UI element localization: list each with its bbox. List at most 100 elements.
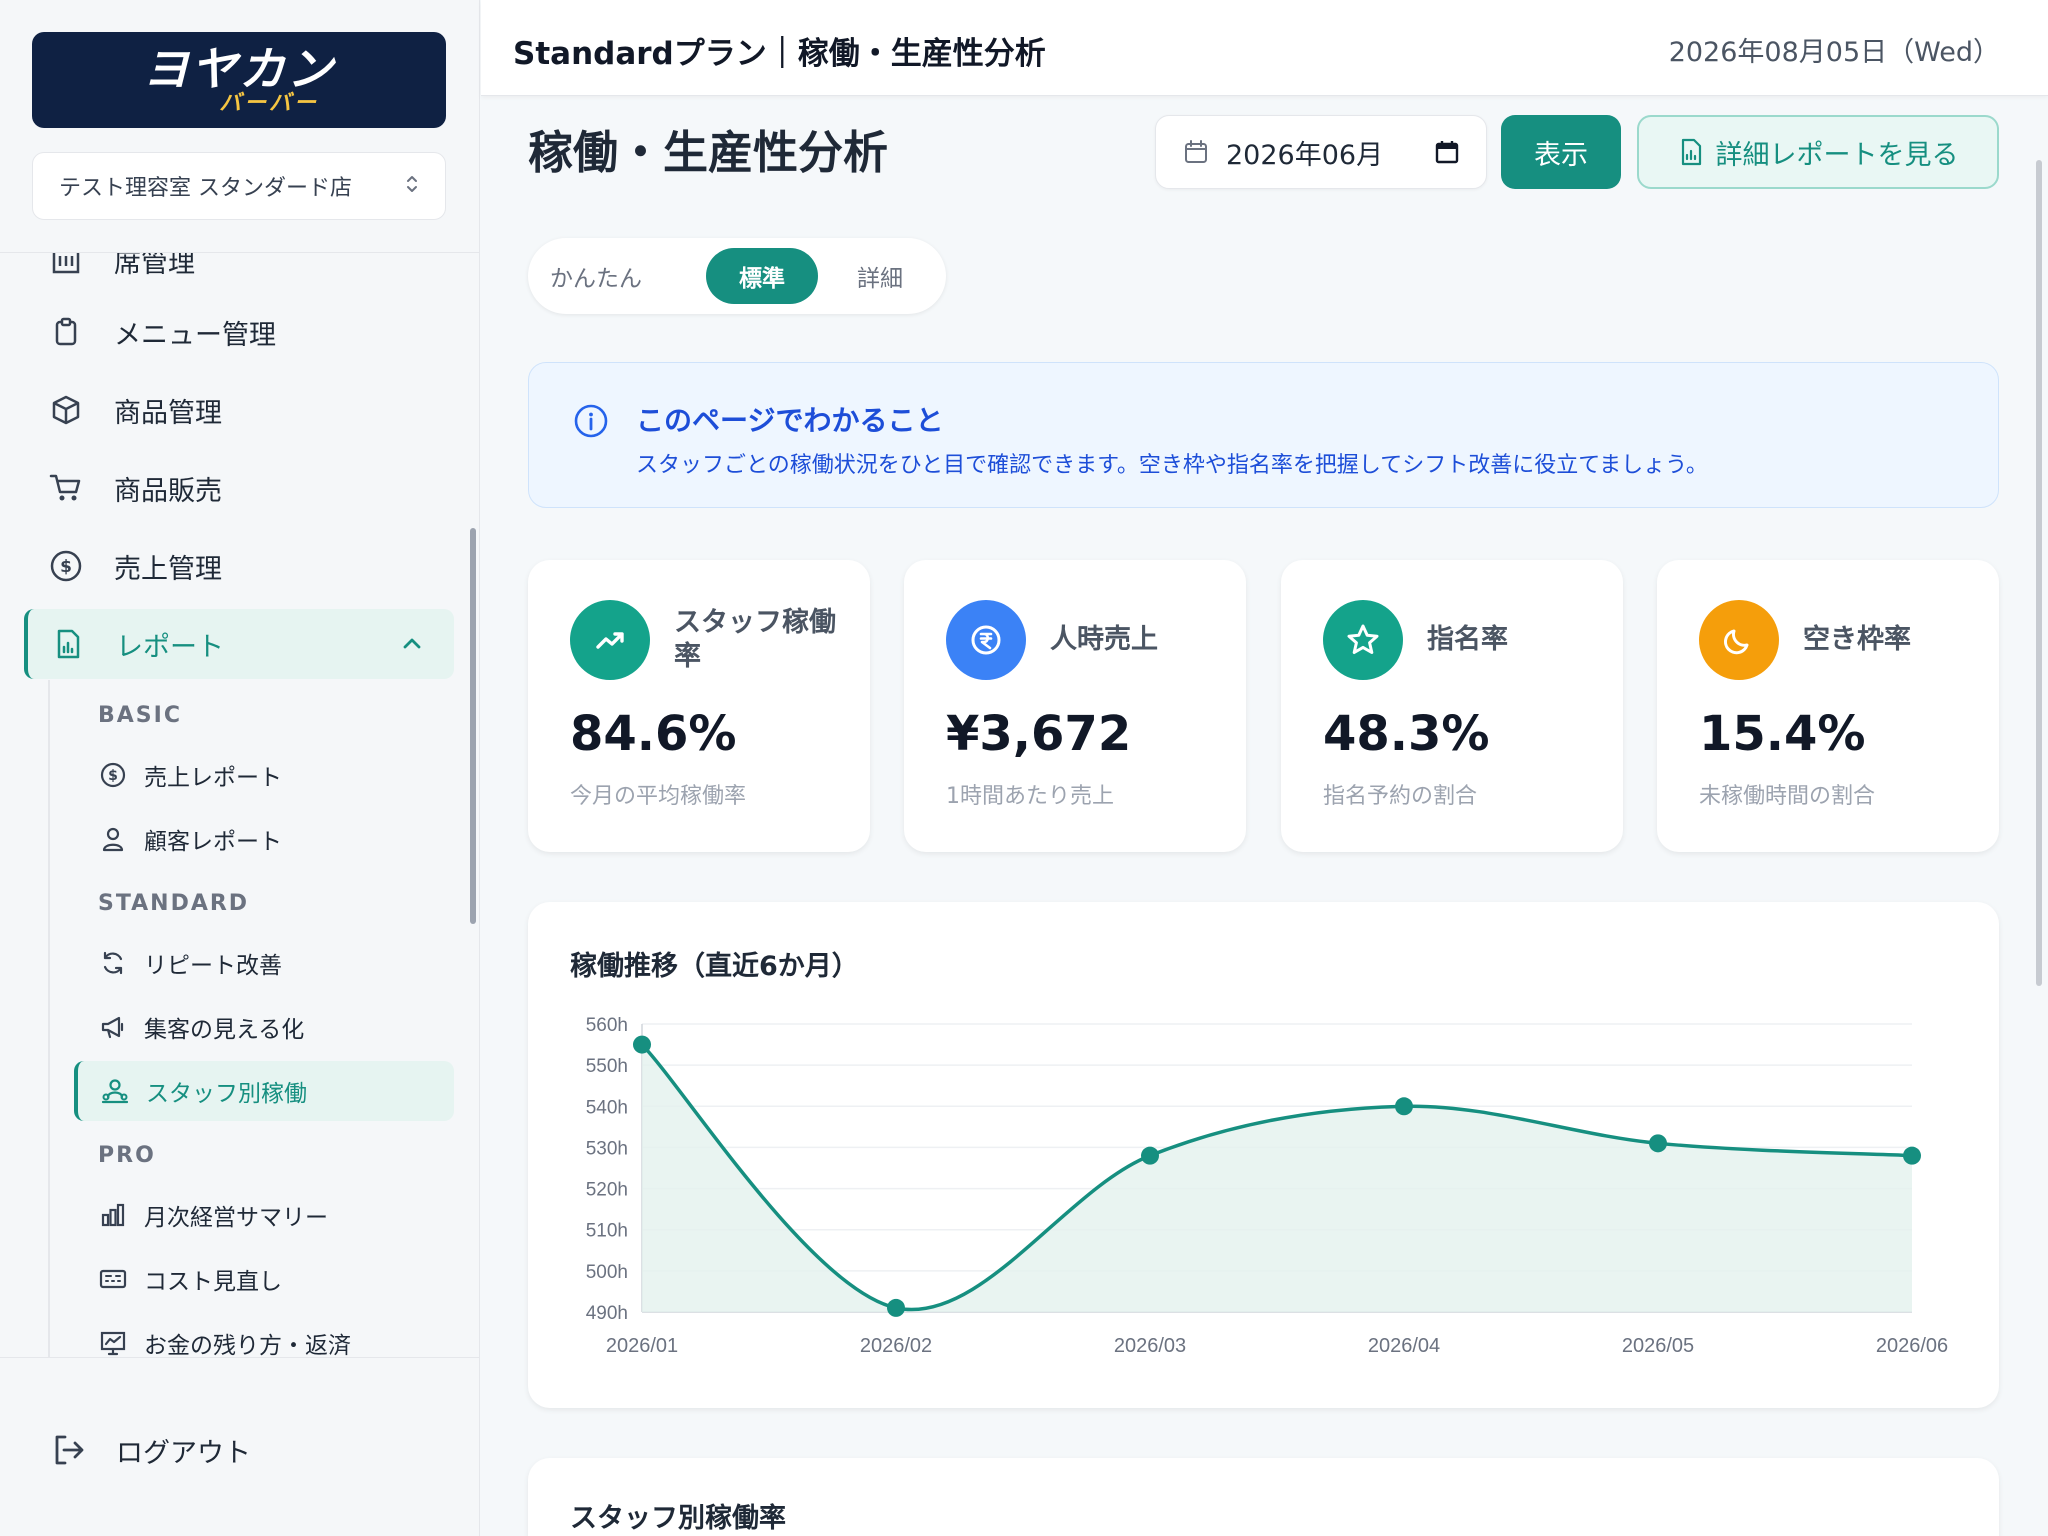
sidebar-item-products[interactable]: 商品管理 <box>24 375 454 445</box>
sidebar-subitem-label: コスト見直し <box>144 1269 282 1295</box>
sidebar-item-menu[interactable]: メニュー管理 <box>24 297 454 367</box>
report-icon <box>50 626 86 662</box>
data-point <box>1903 1146 1921 1165</box>
sidebar-item-label: 商品販売 <box>114 475 222 507</box>
kpi-value: 48.3% <box>1323 706 1490 762</box>
sidebar-subitem-monthly-summary[interactable]: 月次経営サマリー <box>74 1185 454 1245</box>
sidebar-scrollbar[interactable] <box>470 528 476 924</box>
logo-main-text: ヨヤカン <box>143 42 335 96</box>
header-date: 2026年08月05日（Wed） <box>1668 37 2000 68</box>
view-mode-segmented-control: かんたん 標準 詳細 <box>528 238 946 314</box>
submenu-guide-line <box>48 680 50 1358</box>
sidebar-item-product-sales[interactable]: 商品販売 <box>24 453 454 523</box>
trend-up-icon <box>570 600 650 680</box>
show-button[interactable]: 表示 <box>1501 115 1621 189</box>
data-point <box>887 1298 905 1317</box>
top-header: Standardプラン｜稼働・生産性分析 2026年08月05日（Wed） <box>481 0 2048 96</box>
sidebar-subitem-staff-utilization[interactable]: スタッフ別稼働 <box>74 1061 454 1121</box>
kpi-card-idle-rate: 空き枠率 15.4% 未稼働時間の割合 <box>1657 560 1999 852</box>
sidebar-subitem-acquisition[interactable]: 集客の見える化 <box>74 997 454 1057</box>
sidebar-item-label: 席管理 <box>114 253 195 279</box>
utilization-trend-card: 稼働推移（直近6か月） 490h 500h 510h 520h 530h 540h 550h… <box>528 902 1999 1408</box>
kpi-subtext: 指名予約の割合 <box>1323 784 1478 809</box>
segment-detail[interactable]: 詳細 <box>828 248 932 304</box>
segment-simple[interactable]: かんたん <box>540 248 652 304</box>
sidebar-item-label: メニュー管理 <box>114 319 276 351</box>
y-tick-label: 520h <box>586 1180 628 1201</box>
sidebar-subitem-label: 顧客レポート <box>144 829 282 855</box>
star-icon <box>1323 600 1403 680</box>
trend-board-icon <box>98 1328 128 1358</box>
svg-text:$: $ <box>108 768 118 784</box>
sidebar-item-label: レポート <box>116 631 224 663</box>
section-heading-pro: PRO <box>98 1143 156 1168</box>
sidebar-subitem-label: リピート改善 <box>144 953 282 979</box>
calendar-picker-icon[interactable] <box>1434 139 1460 165</box>
y-tick-label: 490h <box>586 1303 628 1324</box>
clipboard-icon <box>48 314 84 350</box>
sidebar-subitem-label: 月次経営サマリー <box>144 1205 328 1231</box>
sidebar-subitem-repeat[interactable]: リピート改善 <box>74 933 454 993</box>
calculator-icon <box>98 1264 128 1294</box>
info-text: スタッフごとの稼働状況をひと目で確認できます。空き枠や指名率を把握してシフト改善… <box>636 453 1708 478</box>
moon-icon <box>1699 600 1779 680</box>
detail-report-label: 詳細レポートを見る <box>1715 139 1959 171</box>
data-point <box>1649 1134 1667 1153</box>
store-selector[interactable]: テスト理容室 スタンダード店 <box>32 152 446 220</box>
main-scrollbar[interactable] <box>2036 160 2042 986</box>
month-picker[interactable]: 2026年06月 <box>1155 115 1487 189</box>
kpi-value: ¥3,672 <box>946 706 1132 762</box>
y-tick-label: 500h <box>586 1262 628 1283</box>
x-tick-label: 2026/05 <box>1622 1335 1694 1357</box>
sidebar-item-reports[interactable]: レポート <box>24 609 454 679</box>
data-point <box>1395 1097 1413 1116</box>
building-icon <box>48 253 84 278</box>
x-tick-label: 2026/01 <box>606 1335 678 1357</box>
kpi-title: 空き枠率 <box>1803 624 1911 655</box>
x-tick-label: 2026/02 <box>860 1335 932 1357</box>
kpi-card-nomination-rate: 指名率 48.3% 指名予約の割合 <box>1281 560 1623 852</box>
info-title: このページでわかること <box>636 404 944 437</box>
sidebar-subitem-cost-review[interactable]: コスト見直し <box>74 1249 454 1309</box>
logout-button[interactable]: ログアウト <box>48 1430 251 1470</box>
refresh-icon <box>98 948 128 978</box>
svg-text:$: $ <box>60 557 72 577</box>
bar-chart-icon <box>98 1200 128 1230</box>
sidebar-subitem-sales-report[interactable]: $ 売上レポート <box>74 745 454 805</box>
sidebar-item-label: 売上管理 <box>114 553 222 585</box>
logout-icon <box>48 1430 88 1470</box>
sidebar-subitem-customer-report[interactable]: 顧客レポート <box>74 809 454 869</box>
dollar-circle-icon: $ <box>48 548 84 584</box>
month-value: 2026年06月 <box>1226 139 1384 171</box>
y-tick-label: 550h <box>586 1056 628 1077</box>
sidebar-subitem-cashflow[interactable]: お金の残り方・返済 <box>74 1313 454 1358</box>
sidebar-subitem-label: 集客の見える化 <box>144 1017 305 1043</box>
sidebar: ヨヤカン バーバー テスト理容室 スタンダード店 席管理 メニュー管理 商品管理 <box>0 0 480 1536</box>
kpi-subtext: 今月の平均稼働率 <box>570 784 747 809</box>
kpi-subtext: 1時間あたり売上 <box>946 784 1114 809</box>
box-icon <box>48 392 84 428</box>
store-name: テスト理容室 スタンダード店 <box>59 176 352 201</box>
kpi-subtext: 未稼働時間の割合 <box>1699 784 1876 809</box>
header-title: Standardプラン｜稼働・生産性分析 <box>513 36 1046 72</box>
x-tick-label: 2026/06 <box>1876 1335 1948 1357</box>
sidebar-item-seat[interactable]: 席管理 <box>24 253 454 295</box>
sidebar-divider <box>0 1357 480 1358</box>
chevron-up-icon[interactable] <box>400 631 424 662</box>
staff-section-title: スタッフ別稼働率 <box>570 1503 786 1534</box>
chevron-up-down-icon <box>405 174 419 198</box>
y-tick-label: 530h <box>586 1138 628 1159</box>
segment-standard[interactable]: 標準 <box>706 248 818 304</box>
staff-icon <box>100 1076 130 1106</box>
y-tick-label: 510h <box>586 1221 628 1242</box>
megaphone-icon <box>98 1012 128 1042</box>
sidebar-item-sales[interactable]: $ 売上管理 <box>24 531 454 601</box>
info-icon <box>573 403 609 443</box>
kpi-value: 15.4% <box>1699 706 1866 762</box>
y-tick-label: 540h <box>586 1097 628 1118</box>
brand-logo[interactable]: ヨヤカン バーバー <box>32 32 446 128</box>
kpi-title: 人時売上 <box>1050 624 1158 655</box>
detail-report-button[interactable]: 詳細レポートを見る <box>1637 115 1999 189</box>
kpi-card-staff-utilization: スタッフ稼働率 84.6% 今月の平均稼働率 <box>528 560 870 852</box>
dollar-circle-icon: $ <box>98 760 128 790</box>
